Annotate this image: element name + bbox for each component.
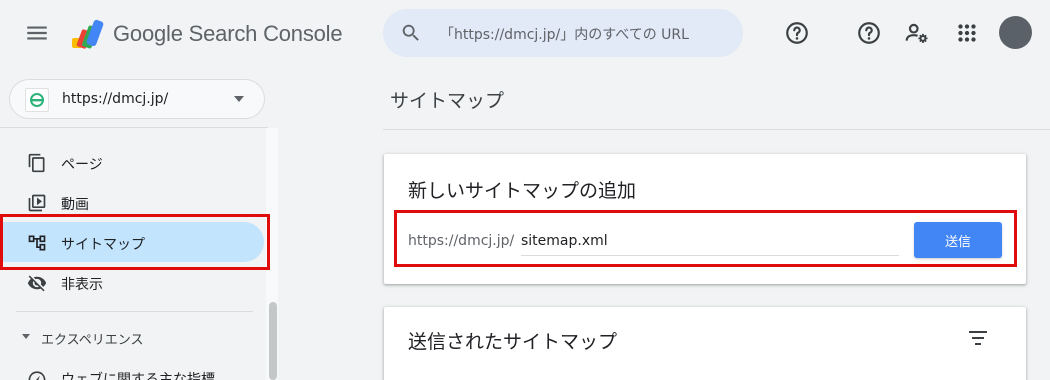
app-title[interactable]: Google Search Console [113, 21, 343, 47]
page-title: サイトマップ [390, 90, 505, 112]
pages-icon [28, 153, 45, 173]
search-icon[interactable] [400, 22, 422, 44]
filter-icon[interactable] [967, 328, 989, 348]
hidden-eye-icon [27, 275, 47, 292]
sidebar-item-core-web-vitals[interactable]: ウェブに関する主な指標 [0, 357, 264, 380]
manage-users-icon[interactable] [904, 20, 930, 46]
collapse-caret-icon[interactable] [22, 334, 30, 339]
sidebar-divider [0, 127, 268, 128]
help-icon[interactable] [784, 20, 810, 46]
property-selector[interactable]: https://dmcj.jp/ [9, 79, 265, 119]
sidebar-item-label: ウェブに関する主な指標 [61, 372, 215, 380]
help-icon[interactable] [856, 20, 882, 46]
sidebar-section-divider [16, 311, 253, 312]
account-avatar[interactable] [999, 16, 1032, 49]
add-sitemap-title: 新しいサイトマップの追加 [408, 180, 637, 202]
speed-gauge-icon [28, 371, 46, 380]
annotation-highlight-sitemap-input [394, 210, 1017, 267]
apps-grid-icon[interactable] [954, 20, 980, 46]
video-icon [28, 194, 46, 212]
submitted-sitemaps-title: 送信されたサイトマップ [408, 331, 618, 353]
annotation-highlight-sitemap-nav [0, 214, 270, 270]
sidebar-item-label: ページ [61, 157, 103, 173]
property-url: https://dmcj.jp/ [62, 91, 169, 107]
sidebar-item-label: 非表示 [61, 277, 103, 293]
sidebar-item-pages[interactable]: ページ [0, 142, 264, 182]
search-placeholder: 「https://dmcj.jp/」内のすべての URL [440, 27, 689, 43]
search-console-logo-icon[interactable] [68, 18, 104, 52]
menu-icon[interactable] [24, 20, 50, 46]
page-title-divider [383, 129, 1050, 130]
submitted-sitemaps-card: 送信されたサイトマップ [384, 307, 1026, 380]
sidebar-section-experience[interactable]: エクスペリエンス [41, 329, 143, 348]
top-app-bar: Google Search Console 「https://dmcj.jp/」… [0, 0, 1050, 68]
chevron-down-icon [234, 96, 244, 102]
sidebar-item-label: 動画 [61, 197, 89, 213]
sidebar-scrollbar-thumb[interactable] [269, 302, 277, 380]
property-favicon-icon [25, 88, 49, 112]
